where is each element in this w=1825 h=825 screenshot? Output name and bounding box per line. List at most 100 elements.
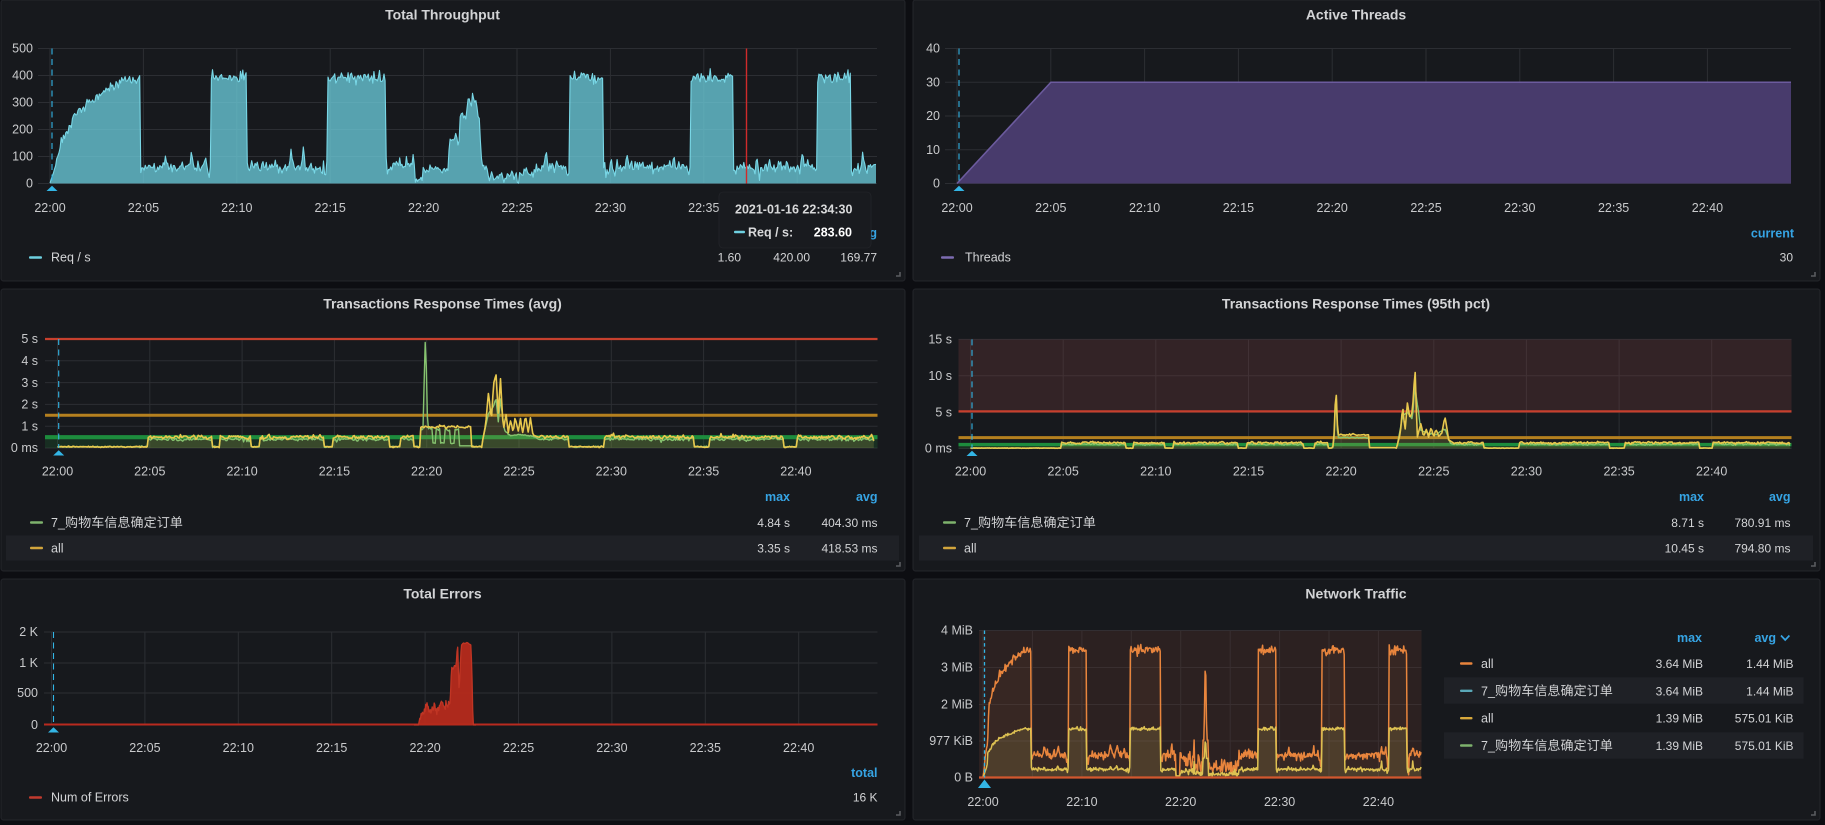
- svg-text:7_: 7_: [1481, 739, 1496, 753]
- svg-text:22:00: 22:00: [34, 201, 65, 215]
- svg-text:22:15: 22:15: [315, 201, 346, 215]
- svg-text:8.71 s: 8.71 s: [1671, 516, 1704, 530]
- svg-text:22:25: 22:25: [1410, 201, 1441, 215]
- svg-text:3.64 MiB: 3.64 MiB: [1656, 657, 1703, 671]
- svg-text:780.91 ms: 780.91 ms: [1734, 516, 1790, 530]
- svg-text:22:15: 22:15: [1223, 201, 1254, 215]
- svg-text:all: all: [1481, 712, 1494, 726]
- svg-text:22:00: 22:00: [941, 201, 972, 215]
- svg-text:22:35: 22:35: [688, 201, 719, 215]
- svg-text:Req / s:: Req / s:: [748, 226, 793, 240]
- svg-text:22:20: 22:20: [1325, 464, 1356, 478]
- svg-text:22:05: 22:05: [134, 464, 165, 478]
- svg-text:22:10: 22:10: [223, 741, 254, 755]
- svg-text:22:30: 22:30: [1264, 795, 1295, 809]
- svg-text:all: all: [1481, 657, 1494, 671]
- svg-text:max: max: [1679, 490, 1704, 504]
- svg-text:400: 400: [12, 69, 33, 83]
- svg-text:22:05: 22:05: [128, 201, 159, 215]
- svg-text:418.53 ms: 418.53 ms: [821, 542, 877, 556]
- svg-text:1.60: 1.60: [718, 251, 742, 265]
- svg-text:max: max: [765, 490, 790, 504]
- svg-text:Network Traffic: Network Traffic: [1305, 586, 1406, 602]
- svg-text:4 s: 4 s: [21, 354, 38, 368]
- svg-text:0: 0: [26, 177, 33, 191]
- svg-text:22:30: 22:30: [1504, 201, 1535, 215]
- svg-text:22:20: 22:20: [409, 741, 440, 755]
- svg-text:22:40: 22:40: [1696, 464, 1727, 478]
- svg-text:22:25: 22:25: [503, 741, 534, 755]
- svg-text:5 s: 5 s: [935, 405, 952, 419]
- svg-text:22:25: 22:25: [503, 464, 534, 478]
- svg-text:1.44 MiB: 1.44 MiB: [1746, 657, 1793, 671]
- svg-text:Num of Errors: Num of Errors: [51, 791, 129, 805]
- svg-text:40: 40: [926, 42, 940, 56]
- svg-text:3 MiB: 3 MiB: [941, 661, 973, 675]
- svg-text:22:00: 22:00: [36, 741, 67, 755]
- svg-text:22:25: 22:25: [1418, 464, 1449, 478]
- svg-text:10.45 s: 10.45 s: [1665, 542, 1704, 556]
- svg-text:500: 500: [12, 42, 33, 56]
- svg-text:4 MiB: 4 MiB: [941, 624, 973, 638]
- svg-text:22:15: 22:15: [1233, 464, 1264, 478]
- svg-text:22:10: 22:10: [1140, 464, 1171, 478]
- svg-text:420.00: 420.00: [773, 251, 810, 265]
- svg-text:20: 20: [926, 109, 940, 123]
- svg-text:0 B: 0 B: [954, 771, 973, 785]
- svg-text:5 s: 5 s: [21, 332, 38, 346]
- svg-text:0 ms: 0 ms: [11, 441, 38, 455]
- svg-text:22:35: 22:35: [688, 464, 719, 478]
- svg-text:22:40: 22:40: [783, 741, 814, 755]
- svg-text:15 s: 15 s: [928, 333, 952, 347]
- svg-text:22:15: 22:15: [316, 741, 347, 755]
- svg-text:22:35: 22:35: [690, 741, 721, 755]
- svg-text:22:30: 22:30: [596, 741, 627, 755]
- svg-text:1 K: 1 K: [19, 656, 38, 670]
- svg-text:22:05: 22:05: [1048, 464, 1079, 478]
- svg-text:30: 30: [1780, 251, 1794, 265]
- svg-text:10: 10: [926, 143, 940, 157]
- svg-text:22:10: 22:10: [1129, 201, 1160, 215]
- svg-text:22:20: 22:20: [408, 201, 439, 215]
- svg-text:2 K: 2 K: [19, 625, 38, 639]
- svg-text:22:40: 22:40: [1692, 201, 1723, 215]
- svg-text:Transactions Response Times (9: Transactions Response Times (95th pct): [1222, 296, 1490, 312]
- svg-text:22:20: 22:20: [1317, 201, 1348, 215]
- svg-text:max: max: [1677, 631, 1702, 645]
- svg-text:22:00: 22:00: [42, 464, 73, 478]
- svg-text:2 s: 2 s: [21, 398, 38, 412]
- svg-text:200: 200: [12, 123, 33, 137]
- svg-text:1.39 MiB: 1.39 MiB: [1656, 739, 1703, 753]
- svg-text:Transactions Response Times (a: Transactions Response Times (avg): [323, 296, 562, 312]
- svg-text:22:10: 22:10: [226, 464, 257, 478]
- svg-text:all: all: [964, 542, 977, 556]
- svg-text:794.80 ms: 794.80 ms: [1734, 542, 1790, 556]
- svg-text:Total Errors: Total Errors: [403, 586, 482, 602]
- svg-text:22:00: 22:00: [967, 795, 998, 809]
- svg-text:2021-01-16 22:34:30: 2021-01-16 22:34:30: [735, 203, 852, 217]
- svg-text:22:05: 22:05: [129, 741, 160, 755]
- svg-text:10 s: 10 s: [928, 369, 952, 383]
- svg-text:avg: avg: [1754, 631, 1776, 645]
- svg-text:22:35: 22:35: [1603, 464, 1634, 478]
- svg-text:283.60: 283.60: [814, 226, 852, 240]
- svg-text:575.01 KiB: 575.01 KiB: [1735, 712, 1794, 726]
- svg-text:0: 0: [933, 177, 940, 191]
- svg-text:avg: avg: [856, 490, 878, 504]
- svg-text:22:10: 22:10: [1066, 795, 1097, 809]
- svg-text:avg: avg: [1769, 490, 1791, 504]
- svg-text:all: all: [51, 542, 64, 556]
- svg-text:7_: 7_: [964, 516, 979, 530]
- svg-text:22:40: 22:40: [780, 464, 811, 478]
- svg-text:3 s: 3 s: [21, 376, 38, 390]
- svg-text:22:10: 22:10: [221, 201, 252, 215]
- svg-text:Req / s: Req / s: [51, 251, 91, 265]
- svg-text:169.77: 169.77: [840, 251, 877, 265]
- svg-text:22:20: 22:20: [1165, 795, 1196, 809]
- svg-text:3.64 MiB: 3.64 MiB: [1656, 684, 1703, 698]
- svg-text:22:20: 22:20: [411, 464, 442, 478]
- svg-text:22:30: 22:30: [596, 464, 627, 478]
- svg-text:2 MiB: 2 MiB: [941, 698, 973, 712]
- svg-text:7_: 7_: [51, 516, 66, 530]
- svg-text:30: 30: [926, 76, 940, 90]
